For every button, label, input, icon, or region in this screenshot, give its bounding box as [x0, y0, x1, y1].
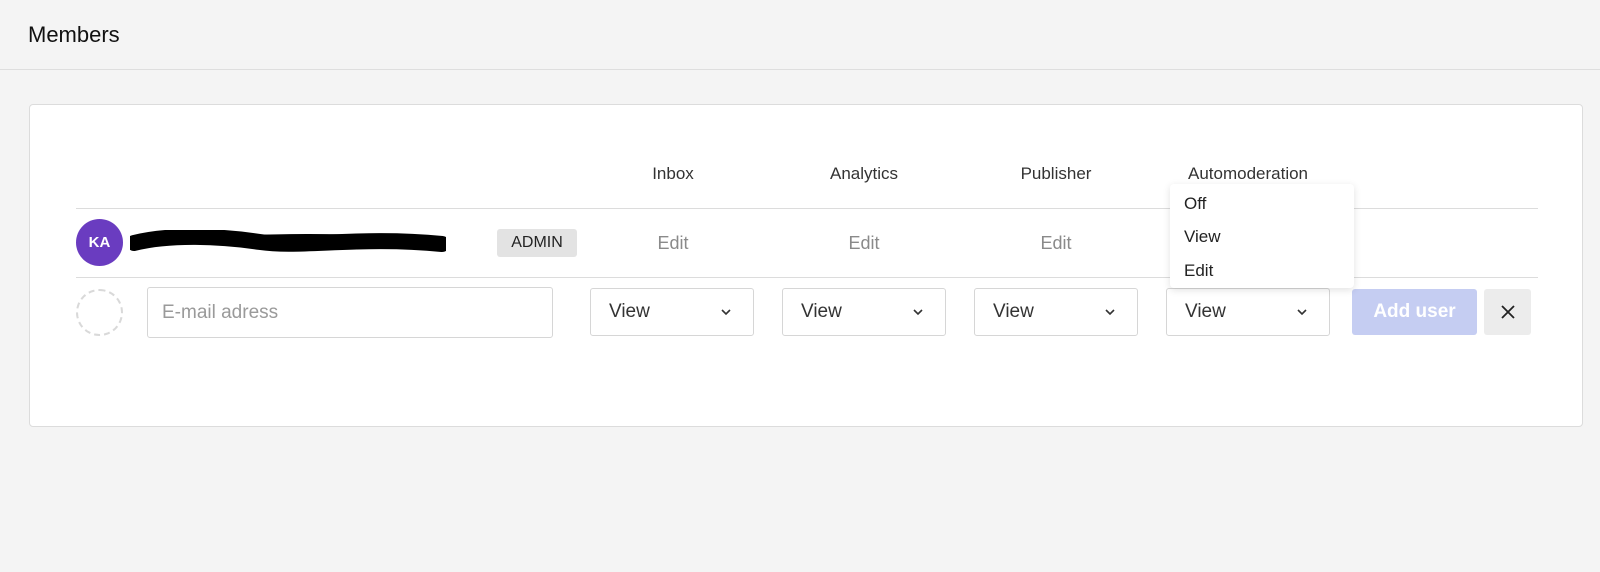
- publisher-select-value: View: [993, 301, 1034, 322]
- column-header-analytics: Analytics: [829, 164, 899, 183]
- column-header-publisher: Publisher: [1020, 164, 1092, 183]
- role-badge: ADMIN: [497, 229, 577, 257]
- dropdown-option-view[interactable]: View: [1184, 227, 1221, 247]
- publisher-permission: Edit: [1040, 233, 1072, 253]
- automoderation-select-value: View: [1185, 301, 1226, 322]
- column-header-inbox: Inbox: [652, 164, 694, 183]
- empty-avatar: [76, 289, 123, 336]
- top-bar: Members: [0, 0, 1600, 70]
- email-input[interactable]: [147, 287, 553, 338]
- chevron-down-icon: [1297, 309, 1307, 316]
- inbox-select-value: View: [609, 301, 650, 322]
- redacted-email: [130, 230, 446, 252]
- chevron-down-icon: [721, 309, 731, 316]
- inbox-permission: Edit: [657, 233, 689, 253]
- avatar: KA: [76, 219, 123, 266]
- dropdown-option-off[interactable]: Off: [1184, 194, 1206, 214]
- add-user-button[interactable]: Add user: [1352, 289, 1477, 335]
- automoderation-select[interactable]: View: [1166, 288, 1330, 336]
- analytics-permission: Edit: [848, 233, 880, 253]
- inbox-select[interactable]: View: [590, 288, 754, 336]
- analytics-select-value: View: [801, 301, 842, 322]
- dropdown-option-edit[interactable]: Edit: [1184, 261, 1213, 281]
- column-header-automoderation: Automoderation: [1187, 164, 1309, 183]
- page-title: Members: [28, 22, 120, 47]
- chevron-down-icon: [913, 309, 923, 316]
- chevron-down-icon: [1105, 309, 1115, 316]
- close-button[interactable]: [1484, 289, 1531, 335]
- close-icon: [1500, 305, 1515, 319]
- publisher-select[interactable]: View: [974, 288, 1138, 336]
- automoderation-dropdown-menu: Off View Edit: [1170, 184, 1354, 288]
- analytics-select[interactable]: View: [782, 288, 946, 336]
